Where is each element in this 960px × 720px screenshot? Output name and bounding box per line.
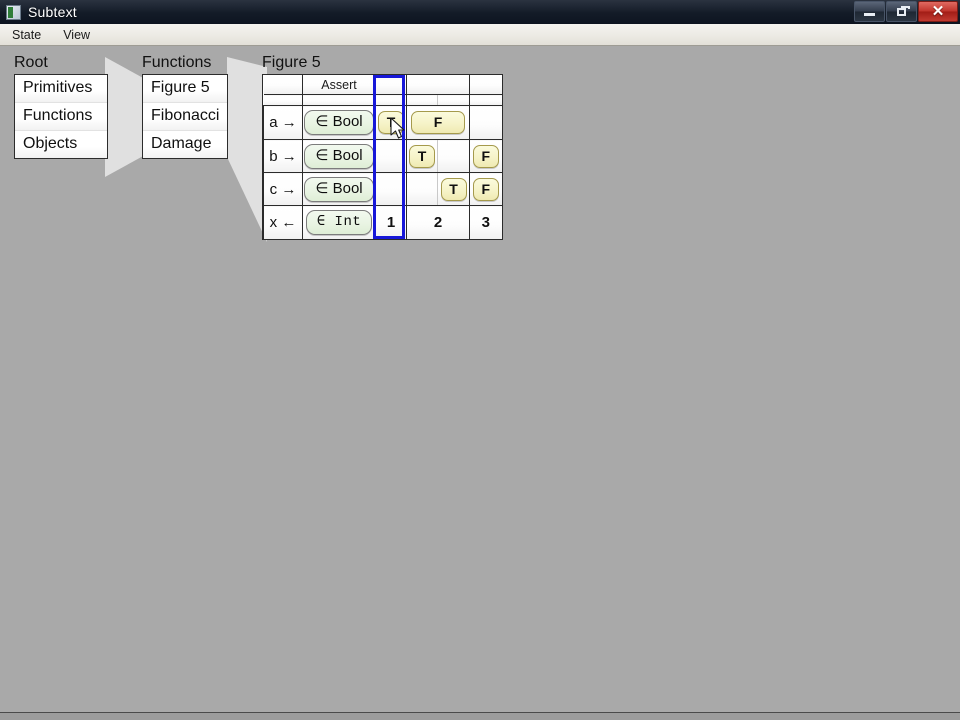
panel-root-title: Root (14, 54, 48, 71)
row-type-c[interactable]: ∈ Bool (302, 172, 376, 206)
close-icon: ✕ (931, 3, 945, 20)
type-pill: ∈ Bool (304, 143, 374, 169)
row-type-x[interactable]: ∈ Int (302, 205, 376, 239)
header-col-4[interactable] (469, 75, 502, 95)
decision-table: Assert a → ∈ Bool T F b → ∈ Bool T F c →… (262, 74, 503, 240)
minimize-button[interactable] (854, 1, 885, 22)
bool-pill-true: T (409, 144, 435, 168)
header-col-2[interactable] (406, 75, 438, 95)
subheader-assert-cell (302, 94, 376, 106)
table-row: c → ∈ Bool T F (263, 172, 502, 206)
row-label-b: b → (263, 139, 303, 173)
cell-b-2[interactable]: T (406, 139, 438, 173)
cell-b-3[interactable] (437, 139, 470, 173)
cell-a-4[interactable] (469, 105, 502, 140)
list-item-fibonacci[interactable]: Fibonacci (143, 103, 227, 131)
subheader-corner-cell (263, 94, 303, 106)
table-row: a → ∈ Bool T F (263, 105, 502, 140)
bool-pill-false: F (472, 177, 499, 201)
type-pill: ∈ Int (305, 210, 373, 235)
menu-bar: State View (0, 24, 960, 46)
list-item-objects[interactable]: Objects (15, 131, 107, 158)
header-assert-cell: Assert (302, 75, 376, 95)
subheader-col-1 (375, 94, 407, 106)
subheader-col-2 (406, 94, 438, 106)
row-type-a[interactable]: ∈ Bool (302, 105, 376, 140)
bool-pill-true: T (440, 177, 467, 201)
connector-functions-to-figure (227, 57, 267, 242)
panel-root: Root Primitives Functions Objects (14, 54, 108, 159)
list-item-functions[interactable]: Functions (15, 103, 107, 131)
cell-c-3[interactable]: T (437, 172, 470, 206)
bool-pill-true: T (378, 111, 404, 134)
list-item-figure-5[interactable]: Figure 5 (143, 75, 227, 103)
app-icon (6, 4, 21, 20)
cell-c-1[interactable] (375, 172, 407, 206)
cell-b-1[interactable] (375, 139, 407, 173)
panel-root-list: Primitives Functions Objects (14, 74, 108, 159)
workspace: Root Primitives Functions Objects Functi… (0, 47, 960, 712)
table-row: b → ∈ Bool T F (263, 139, 502, 173)
figure-title: Figure 5 (262, 54, 321, 71)
figure-panel: Figure 5 Assert a → ∈ Bool T F b → ∈ Boo… (262, 54, 503, 240)
window-title: Subtext (28, 4, 77, 20)
list-item-damage[interactable]: Damage (143, 131, 227, 158)
cell-a-1[interactable]: T (375, 105, 407, 140)
connector-root-to-functions (105, 57, 145, 177)
header-col-1[interactable] (375, 75, 407, 95)
table-row: x ← ∈ Int 1 2 3 (263, 205, 502, 239)
title-bar: Subtext ✕ (0, 0, 960, 24)
bool-pill-false: F (411, 111, 465, 134)
type-pill: ∈ Bool (304, 110, 374, 135)
close-button[interactable]: ✕ (918, 1, 958, 22)
maximize-button[interactable] (886, 1, 917, 22)
application-window: Subtext ✕ State View Root Primitives Fun… (0, 0, 960, 720)
menu-item-state[interactable]: State (2, 26, 51, 44)
table-subheader-row (263, 94, 502, 106)
panel-functions-title: Functions (142, 54, 212, 71)
cell-x-1[interactable]: 1 (375, 205, 407, 239)
window-controls: ✕ (853, 1, 958, 22)
list-item-primitives[interactable]: Primitives (15, 75, 107, 103)
panel-functions: Functions Figure 5 Fibonacci Damage (142, 54, 228, 159)
row-label-x: x ← (263, 205, 303, 239)
row-type-b[interactable]: ∈ Bool (302, 139, 376, 173)
cell-x-2[interactable]: 2 (406, 205, 470, 239)
table-header-row: Assert (263, 75, 502, 95)
minimize-icon (864, 13, 875, 16)
bool-pill-false: F (472, 144, 499, 168)
header-col-3[interactable] (437, 75, 470, 95)
window-bottom-strip (0, 713, 960, 720)
header-corner-cell (263, 75, 303, 95)
row-label-c: c → (263, 172, 303, 206)
cell-c-2[interactable] (406, 172, 438, 206)
menu-item-view[interactable]: View (53, 26, 100, 44)
maximize-icon (897, 5, 910, 16)
row-label-a: a → (263, 105, 303, 140)
panel-functions-list: Figure 5 Fibonacci Damage (142, 74, 228, 159)
cell-b-4[interactable]: F (469, 139, 502, 173)
type-pill: ∈ Bool (304, 176, 374, 202)
cell-a-2[interactable]: F (406, 105, 470, 140)
assert-label: Assert (321, 78, 357, 92)
subheader-col-4 (469, 94, 502, 106)
subheader-col-3 (437, 94, 470, 106)
cell-x-4[interactable]: 3 (469, 205, 502, 239)
decision-table-grid: Assert a → ∈ Bool T F b → ∈ Bool T F c →… (263, 75, 502, 239)
cell-c-4[interactable]: F (469, 172, 502, 206)
